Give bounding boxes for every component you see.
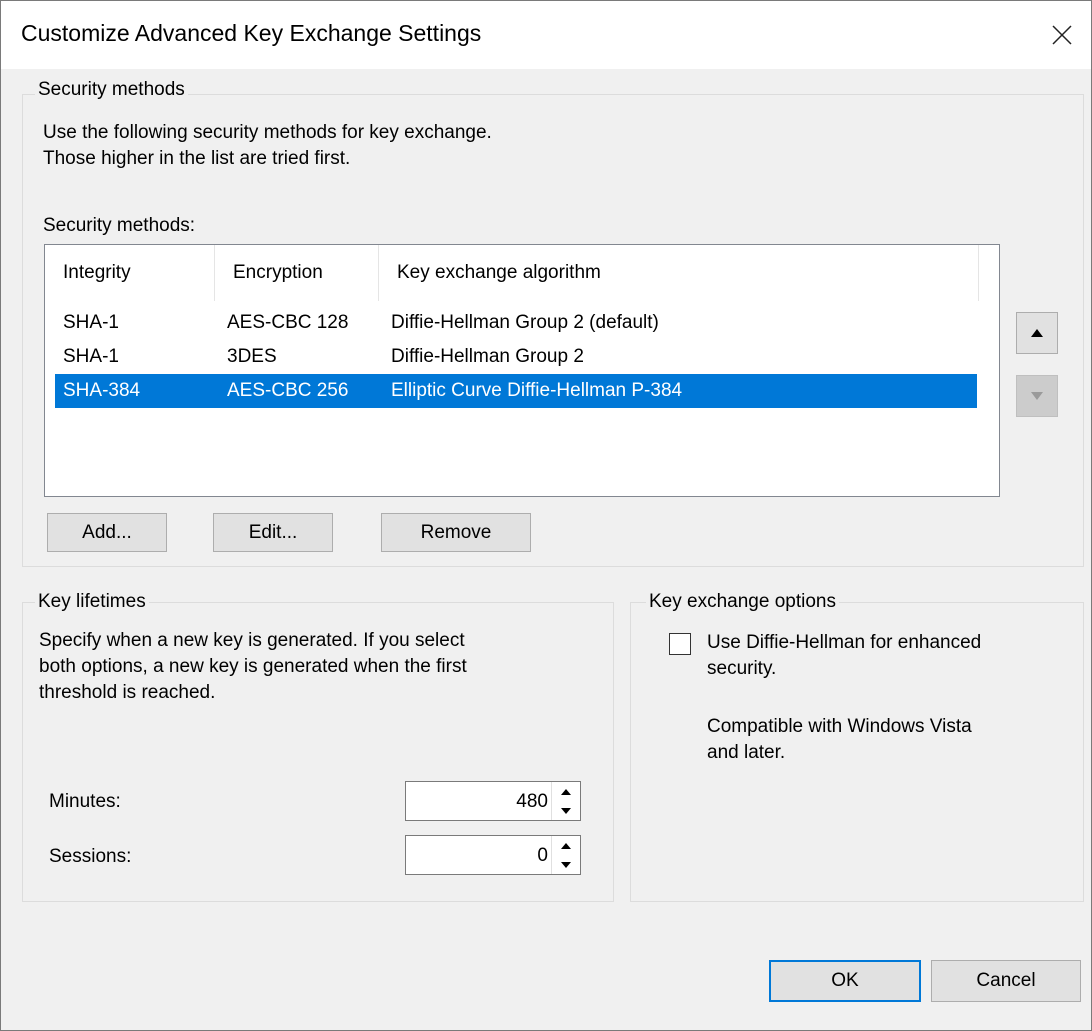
column-header-key-exchange-algorithm[interactable]: Key exchange algorithm	[379, 245, 979, 301]
spin-up-icon	[561, 788, 571, 795]
sessions-value: 0	[537, 845, 548, 866]
security-methods-list-label: Security methods:	[43, 215, 196, 236]
spin-up-icon	[561, 842, 571, 849]
key-lifetimes-group-label: Key lifetimes	[35, 591, 149, 613]
key-lifetimes-description-2: both options, a new key is generated whe…	[39, 656, 467, 677]
security-methods-description-2: Those higher in the list are tried first…	[43, 148, 351, 169]
close-button[interactable]	[1033, 1, 1091, 69]
triangle-down-icon	[1031, 392, 1043, 400]
add-button[interactable]: Add...	[47, 513, 167, 552]
move-up-button[interactable]	[1016, 312, 1058, 354]
row-integrity: SHA-1	[63, 312, 119, 333]
key-lifetimes-description-3: threshold is reached.	[39, 682, 216, 703]
move-down-button[interactable]	[1016, 375, 1058, 417]
ok-button[interactable]: OK	[769, 960, 921, 1002]
compatibility-note-2: and later.	[707, 742, 786, 763]
row-algorithm: Elliptic Curve Diffie-Hellman P-384	[391, 380, 683, 401]
diffie-hellman-checkbox-label-1[interactable]: Use Diffie-Hellman for enhanced	[707, 631, 981, 655]
edit-button[interactable]: Edit...	[213, 513, 333, 552]
security-methods-description-1: Use the following security methods for k…	[43, 122, 492, 143]
list-header: Integrity Encryption Key exchange algori…	[45, 245, 979, 301]
row-encryption: 3DES	[227, 346, 277, 367]
security-methods-list[interactable]: Integrity Encryption Key exchange algori…	[44, 244, 1000, 497]
compatibility-note-1: Compatible with Windows Vista	[707, 716, 972, 737]
security-methods-group-label: Security methods	[35, 79, 188, 101]
spin-down-icon	[561, 807, 571, 814]
row-encryption: AES-CBC 256	[227, 380, 349, 401]
key-exchange-options-group-label: Key exchange options	[646, 591, 839, 613]
diffie-hellman-checkbox-label-2[interactable]: security.	[707, 657, 776, 681]
key-lifetimes-description-1: Specify when a new key is generated. If …	[39, 630, 465, 651]
title-bar: Customize Advanced Key Exchange Settings	[1, 1, 1091, 69]
row-integrity: SHA-1	[63, 346, 119, 367]
minutes-stepper[interactable]: 480	[405, 781, 581, 821]
minutes-value: 480	[516, 791, 548, 812]
close-icon	[1052, 25, 1072, 45]
minutes-spin-buttons	[551, 782, 580, 820]
minutes-increment-button[interactable]	[552, 782, 580, 801]
sessions-label: Sessions:	[49, 846, 132, 867]
dialog-window: Customize Advanced Key Exchange Settings…	[0, 0, 1092, 1031]
row-algorithm: Diffie-Hellman Group 2 (default)	[391, 312, 659, 333]
row-integrity: SHA-384	[63, 380, 141, 401]
sessions-decrement-button[interactable]	[552, 855, 580, 874]
cancel-button[interactable]: Cancel	[931, 960, 1081, 1002]
remove-button[interactable]: Remove	[381, 513, 531, 552]
minutes-decrement-button[interactable]	[552, 801, 580, 820]
column-header-encryption[interactable]: Encryption	[215, 245, 379, 301]
dialog-title: Customize Advanced Key Exchange Settings	[21, 20, 482, 46]
spin-down-icon	[561, 861, 571, 868]
diffie-hellman-checkbox[interactable]	[669, 633, 691, 655]
row-algorithm: Diffie-Hellman Group 2	[391, 346, 584, 367]
list-row[interactable]: SHA-1 3DES Diffie-Hellman Group 2	[55, 340, 977, 374]
column-header-integrity[interactable]: Integrity	[45, 245, 215, 301]
list-row-selected[interactable]: SHA-384 AES-CBC 256 Elliptic Curve Diffi…	[55, 374, 977, 408]
triangle-up-icon	[1031, 329, 1043, 337]
sessions-spin-buttons	[551, 836, 580, 874]
sessions-increment-button[interactable]	[552, 836, 580, 855]
row-encryption: AES-CBC 128	[227, 312, 349, 333]
minutes-label: Minutes:	[49, 791, 121, 812]
list-row[interactable]: SHA-1 AES-CBC 128 Diffie-Hellman Group 2…	[55, 306, 977, 340]
sessions-stepper[interactable]: 0	[405, 835, 581, 875]
